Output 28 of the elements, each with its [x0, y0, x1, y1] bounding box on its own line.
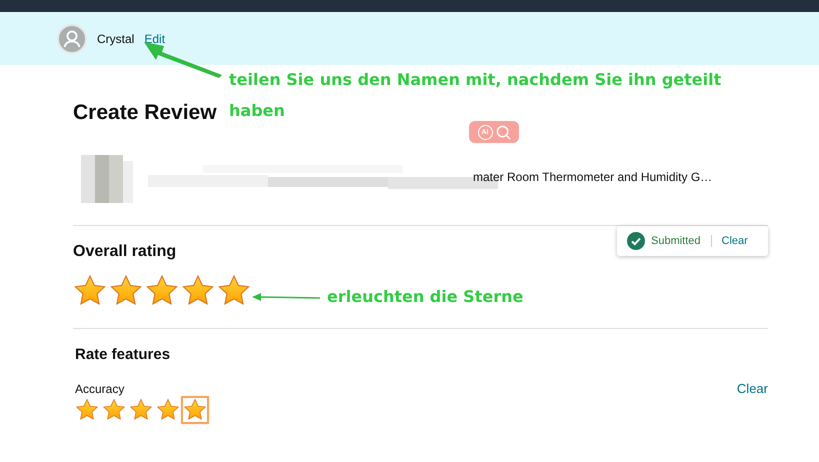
annotation-arrow [252, 292, 322, 302]
product-title: mater Room Thermometer and Humidity G… [473, 170, 712, 184]
star-icon[interactable] [129, 398, 153, 422]
search-icon[interactable] [496, 124, 510, 140]
check-icon [627, 232, 645, 250]
star-icon[interactable] [145, 274, 179, 308]
star-icon[interactable] [181, 274, 215, 308]
feature-name: Accuracy [75, 382, 124, 396]
avatar-icon [57, 24, 87, 54]
star-rating[interactable] [73, 274, 251, 308]
star-icon[interactable] [183, 398, 207, 422]
star-icon[interactable] [217, 274, 251, 308]
star-icon[interactable] [75, 398, 99, 422]
star-icon[interactable] [102, 398, 126, 422]
clear-link[interactable]: Clear [722, 235, 748, 247]
star-rating[interactable] [75, 398, 207, 422]
page-title: Create Review [73, 100, 217, 126]
clear-link[interactable]: Clear [736, 381, 768, 396]
annotation-text: erleuchten die Sterne [327, 286, 524, 308]
star-icon[interactable] [109, 274, 143, 308]
annotation-text: teilen Sie uns den Namen mit, nachdem Sie ihn geteilt haben [229, 69, 722, 122]
section-heading: Rate features [75, 345, 170, 365]
star-icon[interactable] [156, 398, 180, 422]
section-heading: Overall rating [73, 242, 176, 262]
status-text: Submitted [651, 235, 701, 247]
star-icon[interactable] [73, 274, 107, 308]
edit-link[interactable]: Edit [144, 32, 166, 46]
user-name: Crystal [97, 32, 134, 46]
